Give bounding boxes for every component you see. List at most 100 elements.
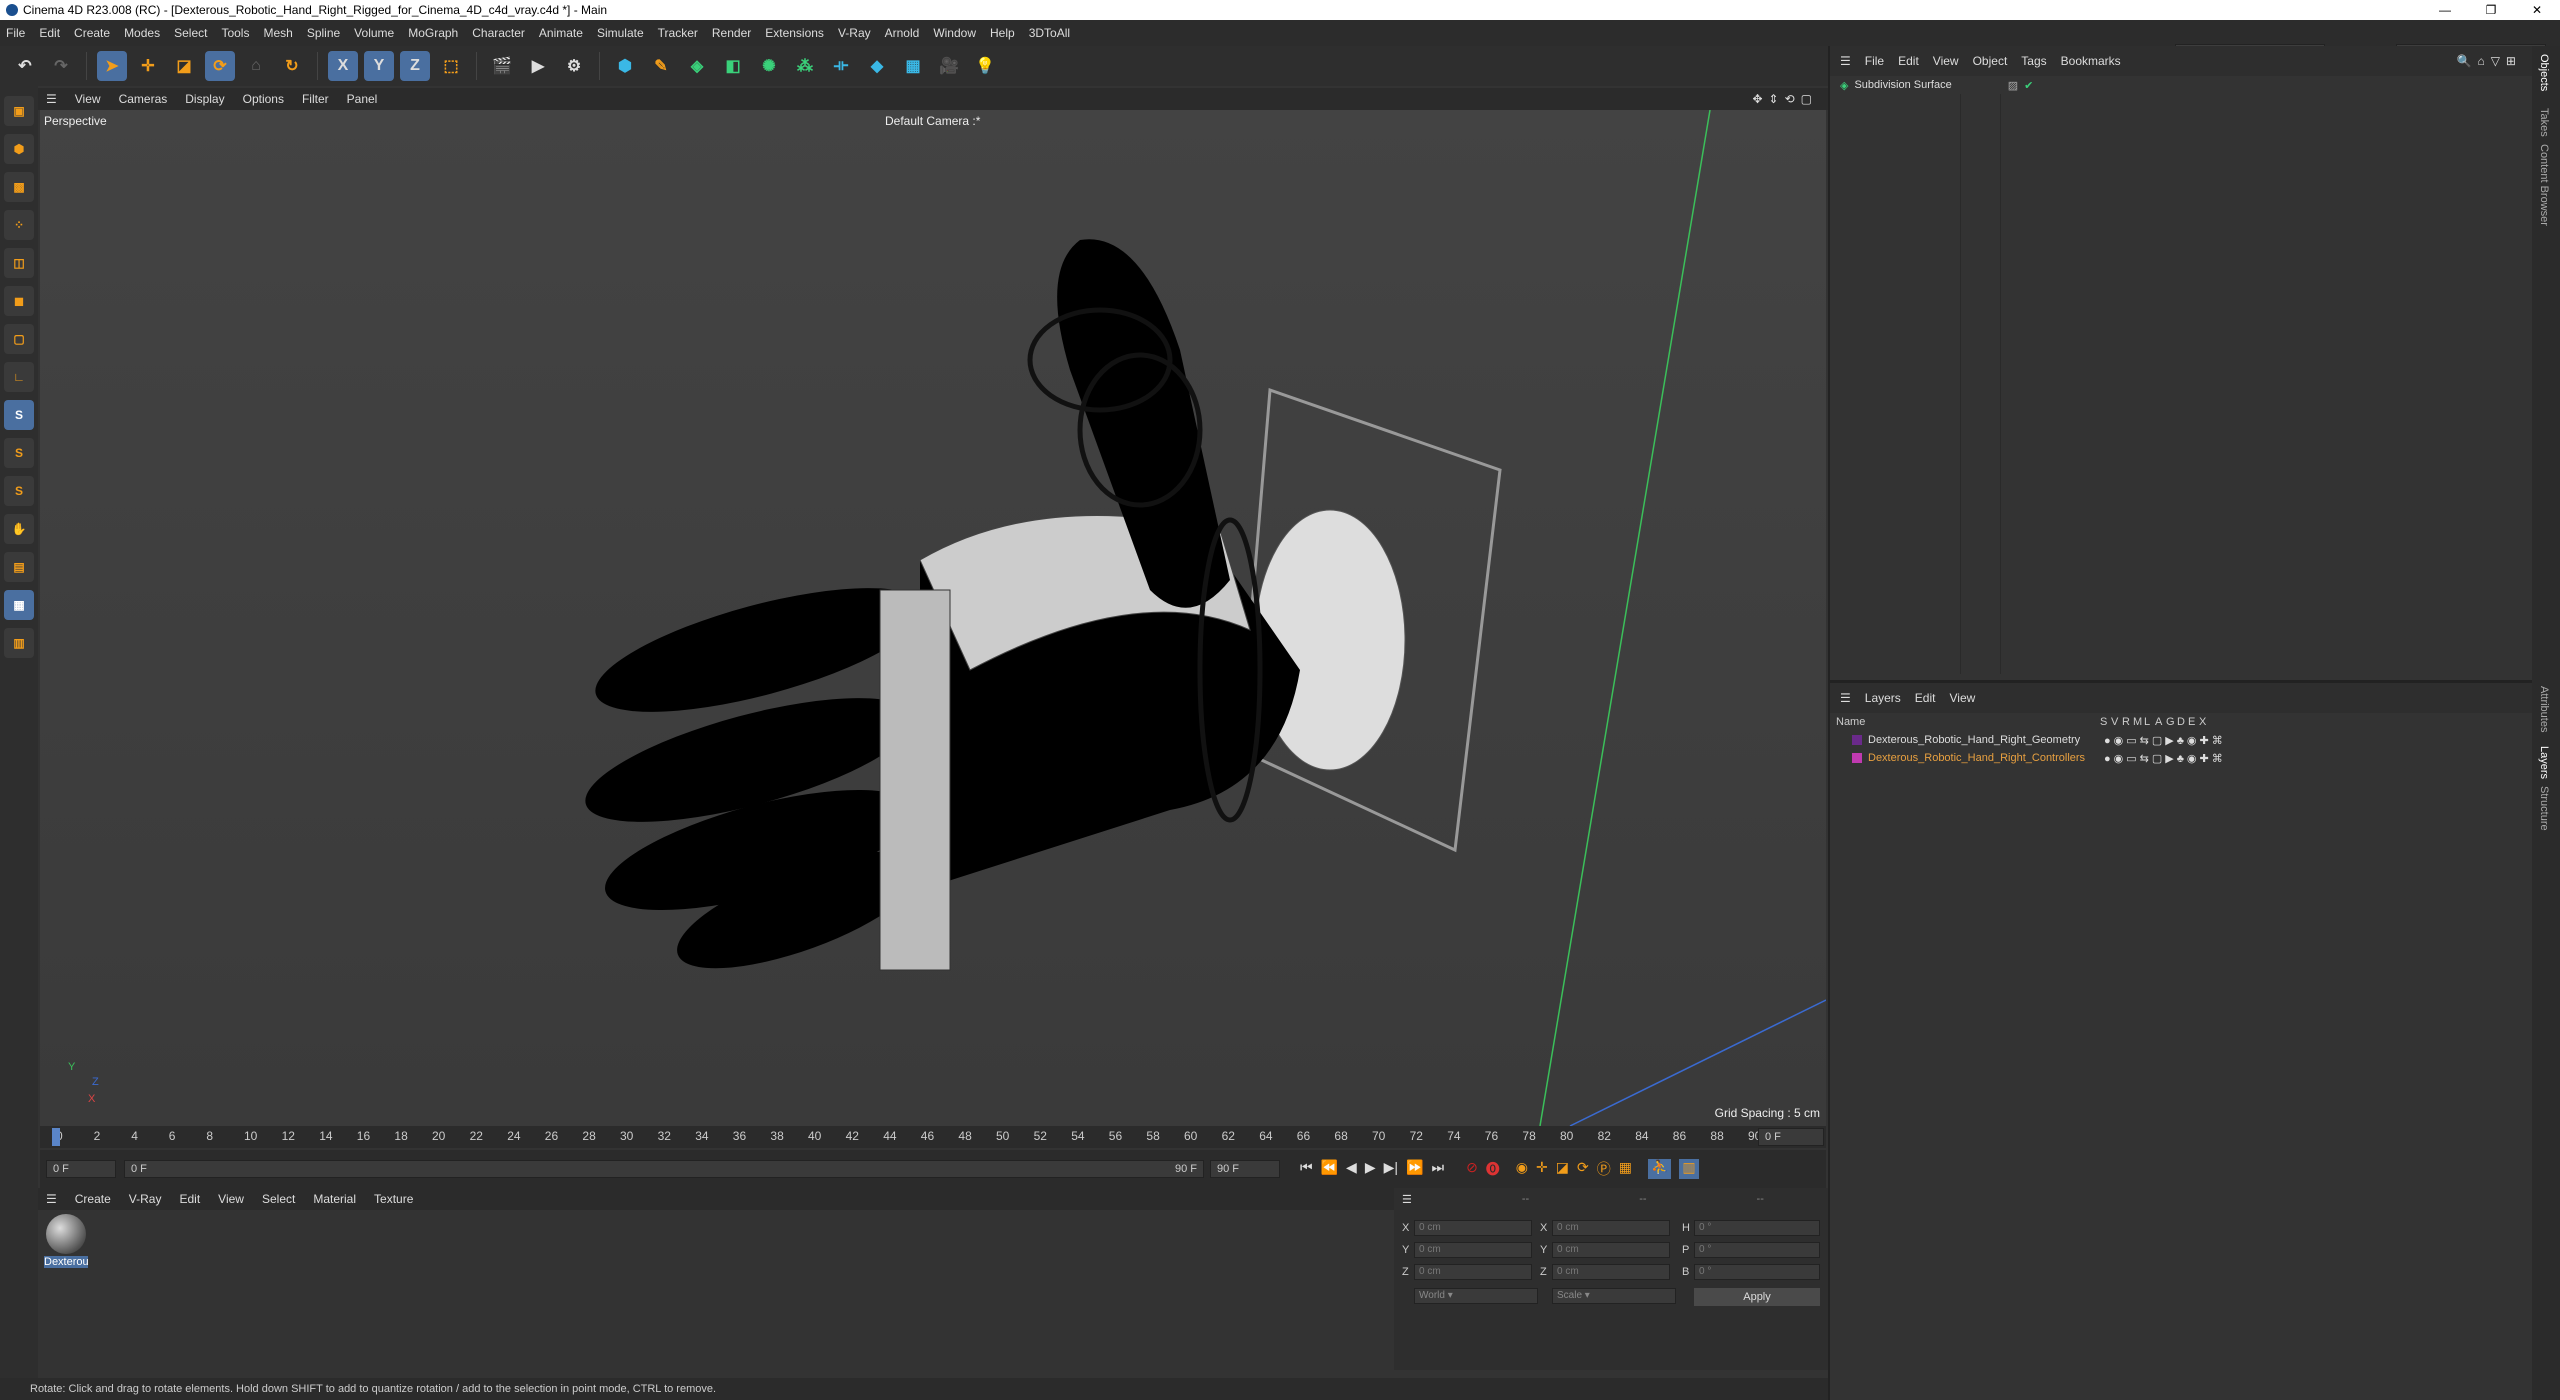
play-icon[interactable]: ▶ — [1365, 1159, 1376, 1179]
lock-workplane-icon[interactable]: ▥ — [4, 628, 34, 658]
viewport-nav-icons[interactable]: ✥⇕⟲▢ — [1752, 92, 1818, 106]
cloner-icon[interactable]: ⁂ — [790, 51, 820, 81]
viewport-menu-view[interactable]: View — [75, 92, 101, 106]
objects-menu-file[interactable]: File — [1865, 54, 1884, 68]
viewport-menu-cameras[interactable]: Cameras — [119, 92, 168, 106]
menu-simulate[interactable]: Simulate — [597, 26, 644, 40]
menu-tracker[interactable]: Tracker — [658, 26, 698, 40]
motion-system-icon[interactable]: ⛹ — [1647, 1159, 1672, 1179]
playhead[interactable] — [52, 1128, 60, 1146]
3d-viewport[interactable]: Perspective Default Camera :* Y Z X Grid… — [40, 110, 1826, 1126]
rotation-b-field[interactable]: 0 ° — [1694, 1264, 1820, 1280]
layer-name[interactable]: Dexterous_Robotic_Hand_Right_Controllers — [1868, 752, 2098, 764]
material-menu-select[interactable]: Select — [262, 1192, 295, 1206]
snap-icon[interactable]: S — [4, 400, 34, 430]
menu-tools[interactable]: Tools — [221, 26, 249, 40]
position-z-field[interactable]: 0 cm — [1414, 1264, 1532, 1280]
layer-flags-icons[interactable]: ●◉▭⇆▢▶♣◉✚⌘ — [2104, 752, 2226, 765]
floor-grid-icon[interactable]: ▤ — [4, 552, 34, 582]
render-region-icon[interactable]: 🎬 — [487, 51, 517, 81]
extrude-icon[interactable]: ◧ — [718, 51, 748, 81]
null-object-icon[interactable]: ⌂ — [241, 51, 271, 81]
object-row[interactable]: ◈ Subdivision Surface ▨ ✔ — [1830, 76, 2532, 94]
rotate-tool-icon[interactable]: ⟳ — [205, 51, 235, 81]
objects-search-icons[interactable]: 🔍⌂▽⊞ — [2457, 54, 2522, 68]
menu-spline[interactable]: Spline — [307, 26, 340, 40]
snap-settings-icon[interactable]: S — [4, 438, 34, 468]
menu-render[interactable]: Render — [712, 26, 751, 40]
key-pla-icon[interactable]: ▦ — [1619, 1159, 1632, 1179]
texture-mode-icon[interactable]: ▩ — [4, 172, 34, 202]
menu-file[interactable]: File — [6, 26, 25, 40]
material-menu-texture[interactable]: Texture — [374, 1192, 413, 1206]
hamburger-icon[interactable]: ☰ — [1840, 691, 1851, 705]
x-axis-lock-icon[interactable]: X — [328, 51, 358, 81]
size-z-field[interactable]: 0 cm — [1552, 1264, 1670, 1280]
objects-menu-object[interactable]: Object — [1973, 54, 2008, 68]
redo-icon[interactable]: ↷ — [46, 51, 76, 81]
layer-row[interactable]: Dexterous_Robotic_Hand_Right_Controllers… — [1830, 749, 2534, 767]
apply-button[interactable]: Apply — [1694, 1288, 1820, 1306]
material-menu-create[interactable]: Create — [75, 1192, 111, 1206]
minimize-button[interactable]: — — [2422, 0, 2468, 20]
current-frame-field[interactable]: 0 F — [46, 1160, 116, 1178]
subdivision-icon[interactable]: ◈ — [682, 51, 712, 81]
select-tool-icon[interactable]: ➤ — [97, 51, 127, 81]
menu-help[interactable]: Help — [990, 26, 1015, 40]
menu-extensions[interactable]: Extensions — [765, 26, 824, 40]
points-mode-icon[interactable]: ⁘ — [4, 210, 34, 240]
menu-character[interactable]: Character — [472, 26, 525, 40]
uv-mode-icon[interactable]: ▢ — [4, 324, 34, 354]
key-param-icon[interactable]: Ⓟ — [1597, 1159, 1611, 1179]
axis-mode-icon[interactable]: ∟ — [4, 362, 34, 392]
spline-icon[interactable]: ⟛ — [826, 51, 856, 81]
material-menu-vray[interactable]: V-Ray — [129, 1192, 162, 1206]
timeline-ruler[interactable]: 0246810121416182022242628303234363840424… — [40, 1126, 1826, 1148]
move-tool-icon[interactable]: ✛ — [133, 51, 163, 81]
menu-arnold[interactable]: Arnold — [885, 26, 920, 40]
tab-content-browser[interactable]: Content Browser — [2538, 144, 2550, 226]
hamburger-icon[interactable]: ☰ — [1402, 1193, 1412, 1206]
undo-icon[interactable]: ↶ — [10, 51, 40, 81]
light-icon[interactable]: 💡 — [970, 51, 1000, 81]
edges-mode-icon[interactable]: ◫ — [4, 248, 34, 278]
cube-icon[interactable]: ⬢ — [610, 51, 640, 81]
hamburger-icon[interactable]: ☰ — [1840, 54, 1851, 68]
size-y-field[interactable]: 0 cm — [1552, 1242, 1670, 1258]
rotation-p-field[interactable]: 0 ° — [1694, 1242, 1820, 1258]
hamburger-icon[interactable]: ☰ — [46, 92, 57, 106]
menu-animate[interactable]: Animate — [539, 26, 583, 40]
layer-color-swatch[interactable] — [1852, 753, 1862, 763]
menu-vray[interactable]: V-Ray — [838, 26, 871, 40]
material-menu-material[interactable]: Material — [313, 1192, 356, 1206]
menu-create[interactable]: Create — [74, 26, 110, 40]
workplane-icon[interactable]: ▦ — [4, 590, 34, 620]
pen-icon[interactable]: ✎ — [646, 51, 676, 81]
tab-structure[interactable]: Structure — [2538, 786, 2550, 831]
objects-menu-edit[interactable]: Edit — [1898, 54, 1919, 68]
render-settings-icon[interactable]: ⚙ — [559, 51, 589, 81]
record-icon[interactable]: ⊘ — [1466, 1159, 1478, 1179]
end-frame-field[interactable]: 90 F — [1210, 1160, 1280, 1178]
viewport-menu-panel[interactable]: Panel — [347, 92, 378, 106]
menu-select[interactable]: Select — [174, 26, 207, 40]
polygons-mode-icon[interactable]: ◼ — [4, 286, 34, 316]
menu-mesh[interactable]: Mesh — [263, 26, 292, 40]
layers-menu-layers[interactable]: Layers — [1865, 691, 1901, 705]
layers-menu-view[interactable]: View — [1949, 691, 1975, 705]
model-mode-icon[interactable]: ⬢ — [4, 134, 34, 164]
magnet-icon[interactable]: ✋ — [4, 514, 34, 544]
layer-flags-icons[interactable]: ●◉▭⇆▢▶♣◉✚⌘ — [2104, 734, 2226, 747]
autokey-icon[interactable]: ⓿ — [1486, 1159, 1500, 1179]
key-scale-icon[interactable]: ◪ — [1556, 1159, 1569, 1179]
keyframe-selection-icon[interactable]: ◉ — [1516, 1159, 1528, 1179]
tab-takes[interactable]: Takes — [2538, 108, 2550, 137]
objects-menu-tags[interactable]: Tags — [2021, 54, 2046, 68]
key-rotation-icon[interactable]: ⟳ — [1577, 1159, 1589, 1179]
layer-row[interactable]: Dexterous_Robotic_Hand_Right_Geometry ●◉… — [1830, 731, 2534, 749]
menu-mograph[interactable]: MoGraph — [408, 26, 458, 40]
coordinate-system-icon[interactable]: ⬚ — [436, 51, 466, 81]
menu-window[interactable]: Window — [933, 26, 976, 40]
objects-menu-bookmarks[interactable]: Bookmarks — [2061, 54, 2121, 68]
maximize-button[interactable]: ❐ — [2468, 0, 2514, 20]
